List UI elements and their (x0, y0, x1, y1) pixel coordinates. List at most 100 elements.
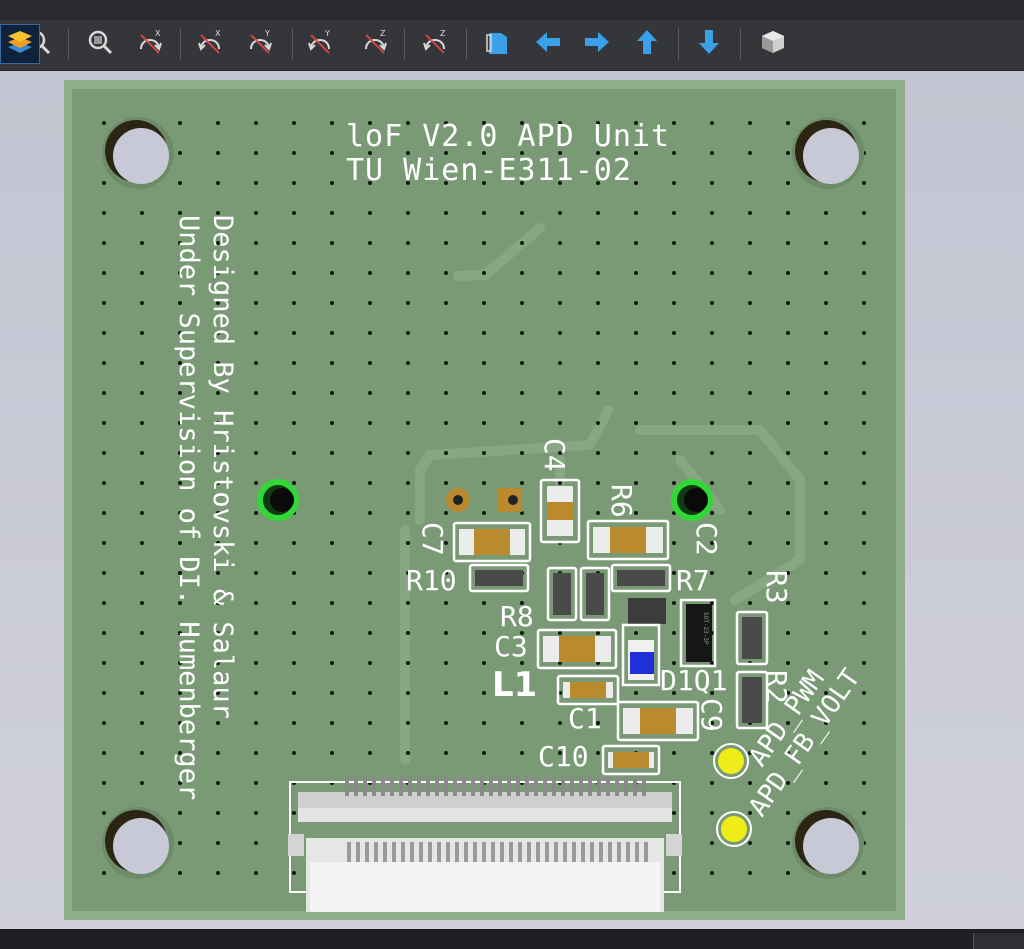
via (292, 151, 296, 155)
via (102, 811, 106, 815)
via (710, 151, 714, 155)
via (368, 631, 372, 635)
via (710, 361, 714, 365)
connector-pin (444, 776, 448, 796)
via (786, 331, 790, 335)
ref-c9: C9 (695, 698, 728, 732)
via (406, 721, 410, 725)
via (140, 631, 144, 635)
connector-pin (471, 776, 475, 796)
connector-pin-inner (365, 842, 369, 862)
via (406, 541, 410, 545)
via (710, 871, 714, 875)
via (330, 151, 334, 155)
via (672, 271, 676, 275)
connector-pin-inner (464, 842, 468, 862)
via (102, 511, 106, 515)
via (672, 541, 676, 545)
via (786, 121, 790, 125)
via (786, 181, 790, 185)
connector-pin-inner (572, 842, 576, 862)
via (482, 721, 486, 725)
via (368, 511, 372, 515)
via (862, 211, 866, 215)
via (292, 661, 296, 665)
via (102, 241, 106, 245)
ref-r8: R8 (500, 600, 534, 633)
via (558, 361, 562, 365)
via (824, 661, 828, 665)
via (444, 241, 448, 245)
via (482, 301, 486, 305)
via (824, 571, 828, 575)
via (292, 541, 296, 545)
via (406, 241, 410, 245)
via (748, 241, 752, 245)
via (520, 271, 524, 275)
via (444, 721, 448, 725)
ffc-connector (288, 776, 682, 912)
via (710, 511, 714, 515)
via (330, 691, 334, 695)
via (862, 691, 866, 695)
via (862, 511, 866, 515)
via (330, 301, 334, 305)
connector-pin-inner (554, 842, 558, 862)
via (292, 241, 296, 245)
via (406, 421, 410, 425)
via (102, 271, 106, 275)
ref-c3: C3 (494, 630, 528, 663)
via (140, 361, 144, 365)
via (786, 211, 790, 215)
connector-pin-inner (608, 842, 612, 862)
test-pad-hole (453, 495, 463, 505)
via (862, 271, 866, 275)
via (824, 781, 828, 785)
via (558, 331, 562, 335)
via (710, 331, 714, 335)
via (292, 691, 296, 695)
via (862, 241, 866, 245)
via (558, 631, 562, 635)
ref-c2: C2 (690, 522, 723, 556)
via (824, 751, 828, 755)
via (596, 361, 600, 365)
via (634, 331, 638, 335)
via (330, 571, 334, 575)
via (254, 511, 258, 515)
via (596, 511, 600, 515)
connector-lip (298, 808, 672, 822)
via (444, 631, 448, 635)
via (102, 181, 106, 185)
via (558, 211, 562, 215)
mounting-hole (803, 818, 859, 874)
connector-pin (417, 776, 421, 796)
via (330, 631, 334, 635)
via (862, 871, 866, 875)
via (862, 481, 866, 485)
via (216, 811, 220, 815)
c10-capacitor-pad (613, 752, 649, 768)
3d-pcb-view[interactable]: loF V2.0 APD UnitTU Wien-E311-02 Designed… (0, 0, 1024, 949)
via (368, 271, 372, 275)
via (444, 271, 448, 275)
connector-pin (615, 776, 619, 796)
via (710, 751, 714, 755)
via (824, 421, 828, 425)
via (330, 211, 334, 215)
ref-d1q1: D1Q1 (660, 664, 727, 697)
via (330, 421, 334, 425)
via (368, 331, 372, 335)
via (596, 331, 600, 335)
q1-marking: SOT-23-3P (702, 612, 709, 645)
connector-pin (552, 776, 556, 796)
via (748, 601, 752, 605)
via (862, 721, 866, 725)
via (292, 301, 296, 305)
via (292, 751, 296, 755)
via (710, 271, 714, 275)
via (444, 451, 448, 455)
ref-c1: C1 (568, 702, 602, 735)
via (216, 721, 220, 725)
connector-pin (561, 776, 565, 796)
